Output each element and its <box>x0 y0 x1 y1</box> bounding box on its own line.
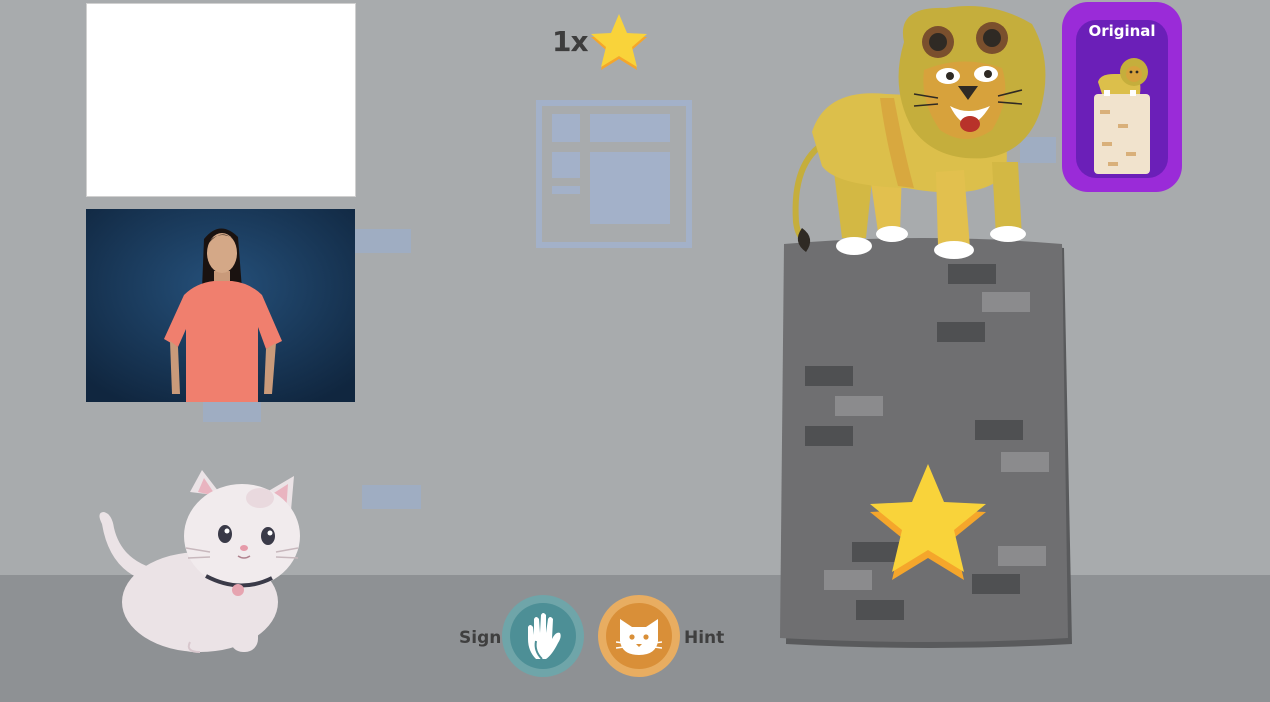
star-count: 1x <box>552 25 589 58</box>
wall-brick <box>362 485 421 509</box>
wall-window <box>536 100 692 248</box>
star-icon <box>591 14 647 70</box>
original-card-thumbnail <box>1094 58 1150 174</box>
reward-star-icon[interactable] <box>866 462 990 584</box>
hint-button[interactable] <box>598 595 680 677</box>
prompt-panel <box>86 3 356 197</box>
original-card-label: Original <box>1088 22 1156 40</box>
original-card[interactable]: Original <box>1062 2 1182 192</box>
cat-character <box>99 470 300 653</box>
sign-label: Sign <box>459 628 502 648</box>
wall-brick <box>355 229 411 253</box>
lion-character <box>792 6 1046 259</box>
cat-face-icon <box>616 619 662 655</box>
stone-tower <box>780 238 1072 648</box>
sign-button[interactable] <box>502 595 584 677</box>
hand-sign-icon <box>528 613 561 660</box>
hint-label: Hint <box>684 628 725 648</box>
signer-video[interactable] <box>86 209 355 402</box>
wall-brick <box>203 402 261 422</box>
signer-person <box>86 209 355 402</box>
